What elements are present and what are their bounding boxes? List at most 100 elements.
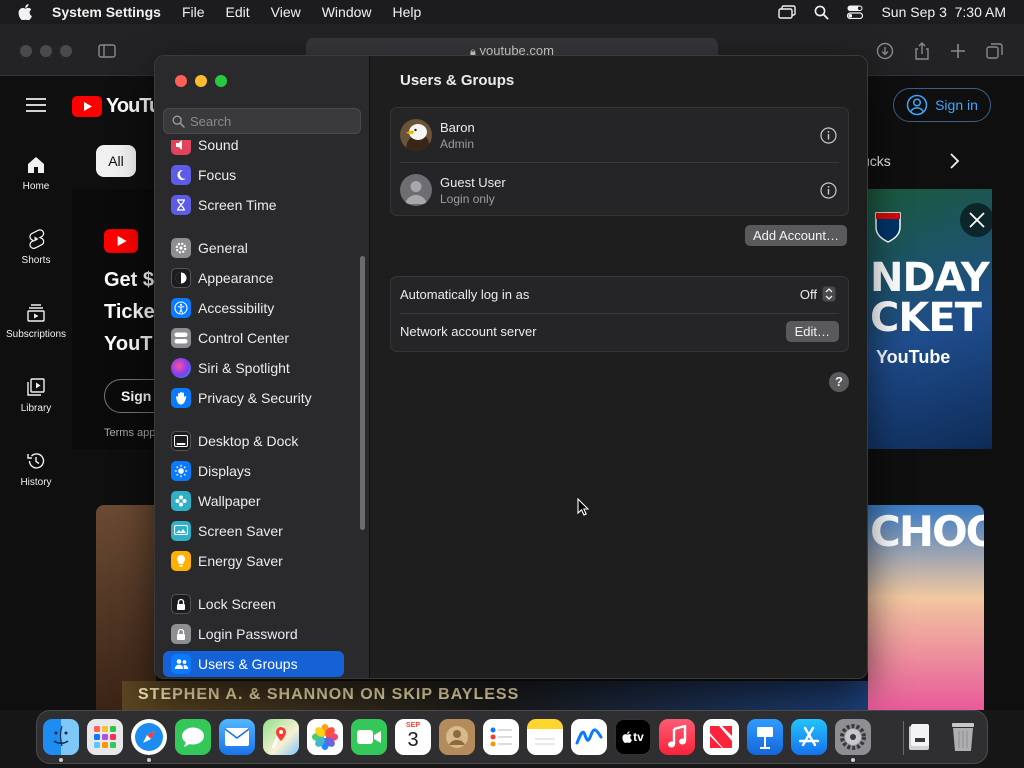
sidebar-item-control-center[interactable]: Control Center (163, 325, 344, 351)
dock-maps[interactable] (263, 719, 299, 755)
video-thumbnail-bottom[interactable]: STEPHEN A. & SHANNON ON SKIP BAYLESS (122, 681, 868, 710)
user-name: Guest User (440, 175, 506, 190)
sidebar-item-energy-saver[interactable]: Energy Saver (163, 548, 344, 574)
dock-news[interactable] (703, 719, 739, 755)
menu-app-name[interactable]: System Settings (52, 4, 161, 20)
yt-nav-history[interactable]: History (0, 451, 72, 488)
add-account-button[interactable]: Add Account… (745, 225, 847, 246)
browser-zoom-button[interactable] (60, 45, 72, 57)
screen-mirroring-icon[interactable] (778, 5, 797, 19)
flower-icon (171, 491, 191, 511)
yt-nav-library[interactable]: Library (0, 377, 72, 414)
dock-reminders[interactable] (483, 719, 519, 755)
dock-mail[interactable] (219, 719, 255, 755)
sidebar-item-accessibility[interactable]: Accessibility (163, 295, 344, 321)
dock-messages[interactable] (175, 719, 211, 755)
sidebar-item-appearance[interactable]: Appearance (163, 265, 344, 291)
dock-downloads-stack[interactable] (901, 719, 937, 755)
sidebar-item-users-groups[interactable]: Users & Groups (163, 651, 344, 677)
dock-contacts[interactable] (439, 719, 475, 755)
lock-icon (171, 594, 191, 614)
network-server-row: Network account server Edit… (391, 314, 848, 350)
help-button[interactable]: ? (829, 372, 849, 392)
new-tab-icon[interactable] (948, 41, 968, 61)
menubar-clock[interactable]: Sun Sep 3 7:30 AM (881, 4, 1006, 20)
window-close-button[interactable] (175, 75, 187, 87)
dock-photos[interactable] (307, 719, 343, 755)
dock-trash[interactable] (945, 719, 981, 755)
yt-nav-subscriptions[interactable]: Subscriptions (0, 303, 72, 340)
spotlight-search-icon[interactable] (814, 5, 829, 20)
menu-window[interactable]: Window (322, 4, 372, 20)
menu-view[interactable]: View (271, 4, 301, 20)
sun-icon (171, 461, 191, 481)
dock-app-store[interactable] (791, 719, 827, 755)
menu-edit[interactable]: Edit (226, 4, 250, 20)
chevron-right-icon[interactable] (944, 151, 964, 176)
video-thumbnail-left[interactable] (96, 505, 156, 710)
sidebar-item-screen-saver[interactable]: Screen Saver (163, 518, 344, 544)
sidebar-item-sound[interactable]: Sound (163, 140, 344, 158)
video-thumbnail-right[interactable]: CHOOL (868, 505, 984, 710)
sidebar-item-login-password[interactable]: Login Password (163, 621, 344, 647)
dock-keynote[interactable] (747, 719, 783, 755)
sidebar-item-desktop-dock[interactable]: Desktop & Dock (163, 428, 344, 454)
dock-finder[interactable] (43, 719, 79, 755)
envelope-icon (224, 728, 250, 746)
user-row-guest[interactable]: Guest User Login only (391, 163, 848, 218)
lock-icon (171, 624, 191, 644)
user-role: Login only (440, 192, 495, 206)
window-zoom-button[interactable] (215, 75, 227, 87)
sidebar-item-screen-time[interactable]: Screen Time (163, 192, 344, 218)
user-info-icon[interactable] (820, 127, 837, 149)
dock-safari[interactable] (131, 719, 167, 755)
nfl-ad-banner[interactable]: NDAY CKET YouTube (868, 189, 992, 449)
sidebar-toggle-icon[interactable] (97, 41, 117, 61)
dock-facetime[interactable] (351, 719, 387, 755)
login-options-group: Automatically log in as Off Network acco… (390, 276, 849, 352)
sidebar-item-label: Sound (198, 140, 239, 153)
dock-calendar[interactable]: SEP 3 (395, 719, 431, 755)
sidebar-item-label: Wallpaper (198, 493, 261, 509)
share-icon[interactable] (912, 41, 932, 61)
dock-tv[interactable]: tv (615, 719, 651, 755)
dock-music[interactable] (659, 719, 695, 755)
browser-close-button[interactable] (20, 45, 32, 57)
tab-overview-icon[interactable] (985, 41, 1005, 61)
yt-nav-home[interactable]: Home (0, 155, 72, 192)
youtube-sign-in-button[interactable]: Sign in (893, 88, 991, 122)
search-input[interactable] (190, 109, 355, 133)
yt-chip-all[interactable]: All (96, 145, 136, 177)
sidebar-item-lock-screen[interactable]: Lock Screen (163, 591, 344, 617)
dock-notes[interactable] (527, 719, 563, 755)
dock-freeform[interactable] (571, 719, 607, 755)
sidebar-item-wallpaper[interactable]: Wallpaper (163, 488, 344, 514)
search-field[interactable] (163, 108, 361, 134)
hamburger-menu-icon[interactable] (26, 97, 46, 118)
search-icon (172, 115, 185, 128)
sidebar-item-general[interactable]: General (163, 235, 344, 261)
ad-close-icon[interactable] (960, 203, 992, 237)
dock-launchpad[interactable] (87, 719, 123, 755)
sidebar-item-siri-spotlight[interactable]: Siri & Spotlight (163, 355, 344, 381)
auto-login-value: Off (799, 286, 817, 302)
promo-line-2: Ticke (104, 301, 155, 323)
yt-nav-shorts[interactable]: Shorts (0, 229, 72, 266)
promo-line-1: Get $ (104, 269, 155, 291)
user-row-baron[interactable]: Baron Admin (391, 108, 848, 163)
sidebar-item-focus[interactable]: Focus (163, 162, 344, 188)
browser-minimize-button[interactable] (40, 45, 52, 57)
auto-login-popup[interactable]: Off (800, 286, 836, 302)
sidebar-item-displays[interactable]: Displays (163, 458, 344, 484)
dock-system-settings[interactable] (835, 719, 871, 755)
control-center-icon[interactable] (847, 5, 864, 19)
menu-file[interactable]: File (182, 4, 205, 20)
user-info-icon[interactable] (820, 182, 837, 204)
apple-menu-icon[interactable] (18, 4, 38, 20)
menu-help[interactable]: Help (393, 4, 422, 20)
sidebar-scrollbar[interactable] (360, 256, 365, 530)
sidebar-item-privacy-security[interactable]: Privacy & Security (163, 385, 344, 411)
edit-network-server-button[interactable]: Edit… (785, 321, 839, 342)
window-minimize-button[interactable] (195, 75, 207, 87)
downloads-icon[interactable] (875, 41, 895, 61)
